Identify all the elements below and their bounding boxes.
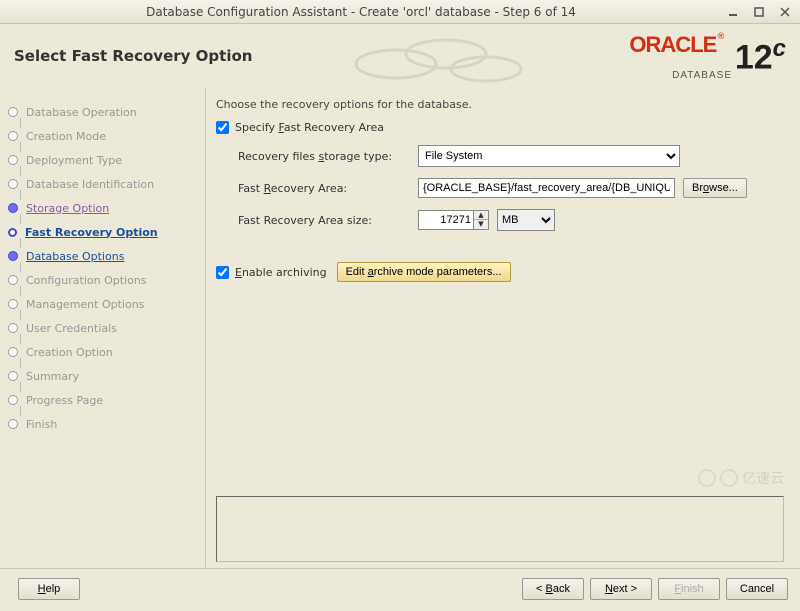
window-title: Database Configuration Assistant - Creat… — [6, 5, 716, 19]
step-label: Management Options — [26, 298, 144, 311]
step-database-identification: Database Identification — [8, 172, 205, 196]
oracle-logo: ORACLE® 12c DATABASE — [629, 32, 786, 81]
spinner-down-icon[interactable]: ▼ — [474, 220, 488, 229]
footer-bar: Help < Back Next > Finish Cancel — [0, 568, 800, 608]
step-label: Finish — [26, 418, 57, 431]
step-bullet-icon — [8, 155, 18, 165]
step-label[interactable]: Storage Option — [26, 202, 109, 215]
logo-sub-text: DATABASE — [629, 70, 732, 81]
storage-type-label: Recovery files storage type: — [238, 150, 418, 163]
step-management-options: Management Options — [8, 292, 205, 316]
step-bullet-icon — [8, 251, 18, 261]
edit-archive-params-button[interactable]: Edit archive mode parameters... — [337, 262, 511, 282]
step-user-credentials: User Credentials — [8, 316, 205, 340]
header: Select Fast Recovery Option ORACLE® 12c … — [0, 24, 800, 88]
step-summary: Summary — [8, 364, 205, 388]
next-button[interactable]: Next > — [590, 578, 652, 600]
maximize-icon[interactable] — [750, 5, 768, 19]
step-bullet-icon — [8, 107, 18, 117]
instruction-text: Choose the recovery options for the data… — [216, 98, 784, 111]
step-label: Creation Option — [26, 346, 113, 359]
help-button[interactable]: Help — [18, 578, 80, 600]
step-label: Configuration Options — [26, 274, 147, 287]
watermark: 亿速云 — [698, 468, 784, 488]
step-label: Deployment Type — [26, 154, 122, 167]
browse-button[interactable]: Browse... — [683, 178, 747, 198]
step-bullet-icon — [8, 299, 18, 309]
message-area — [216, 496, 784, 562]
step-storage-option[interactable]: Storage Option — [8, 196, 205, 220]
step-label: Database Operation — [26, 106, 137, 119]
storage-type-select[interactable]: File System — [418, 145, 680, 167]
step-progress-page: Progress Page — [8, 388, 205, 412]
back-button[interactable]: < Back — [522, 578, 584, 600]
enable-archiving-checkbox[interactable] — [216, 266, 229, 279]
step-label: Database Identification — [26, 178, 154, 191]
finish-button: Finish — [658, 578, 720, 600]
specify-fra-checkbox[interactable] — [216, 121, 229, 134]
specify-fra-label[interactable]: Specify Fast Recovery Area — [235, 121, 384, 134]
window-titlebar: Database Configuration Assistant - Creat… — [0, 0, 800, 24]
step-label: User Credentials — [26, 322, 117, 335]
step-bullet-icon — [8, 179, 18, 189]
step-creation-option: Creation Option — [8, 340, 205, 364]
enable-archiving-label[interactable]: Enable archiving — [235, 266, 327, 279]
logo-brand-text: ORACLE — [629, 32, 716, 57]
close-icon[interactable] — [776, 5, 794, 19]
fra-path-input[interactable] — [418, 178, 675, 198]
step-database-options[interactable]: Database Options — [8, 244, 205, 268]
fra-size-input[interactable] — [418, 210, 474, 230]
spinner-up-icon[interactable]: ▲ — [474, 211, 488, 220]
minimize-icon[interactable] — [724, 5, 742, 19]
cancel-button[interactable]: Cancel — [726, 578, 788, 600]
wizard-steps-sidebar: Database Operation Creation Mode Deploymen… — [0, 88, 206, 568]
step-finish: Finish — [8, 412, 205, 436]
step-bullet-icon — [8, 275, 18, 285]
step-bullet-icon — [8, 228, 17, 237]
step-label: Creation Mode — [26, 130, 106, 143]
step-configuration-options: Configuration Options — [8, 268, 205, 292]
header-decoration — [336, 24, 536, 84]
step-deployment-type: Deployment Type — [8, 148, 205, 172]
step-fast-recovery-option: Fast Recovery Option — [8, 220, 205, 244]
page-heading: Select Fast Recovery Option — [14, 47, 252, 65]
step-bullet-icon — [8, 419, 18, 429]
step-bullet-icon — [8, 323, 18, 333]
step-label[interactable]: Database Options — [26, 250, 124, 263]
fra-label: Fast Recovery Area: — [238, 182, 418, 195]
step-bullet-icon — [8, 203, 18, 213]
step-bullet-icon — [8, 371, 18, 381]
step-bullet-icon — [8, 395, 18, 405]
step-label: Fast Recovery Option — [25, 226, 158, 239]
step-label: Summary — [26, 370, 79, 383]
step-database-operation: Database Operation — [8, 100, 205, 124]
fra-size-label: Fast Recovery Area size: — [238, 214, 418, 227]
step-label: Progress Page — [26, 394, 103, 407]
fra-size-spinner[interactable]: ▲ ▼ — [418, 210, 489, 230]
fra-size-unit-select[interactable]: MB — [497, 209, 555, 231]
step-bullet-icon — [8, 131, 18, 141]
step-bullet-icon — [8, 347, 18, 357]
step-creation-mode: Creation Mode — [8, 124, 205, 148]
content-panel: Choose the recovery options for the data… — [206, 88, 800, 568]
